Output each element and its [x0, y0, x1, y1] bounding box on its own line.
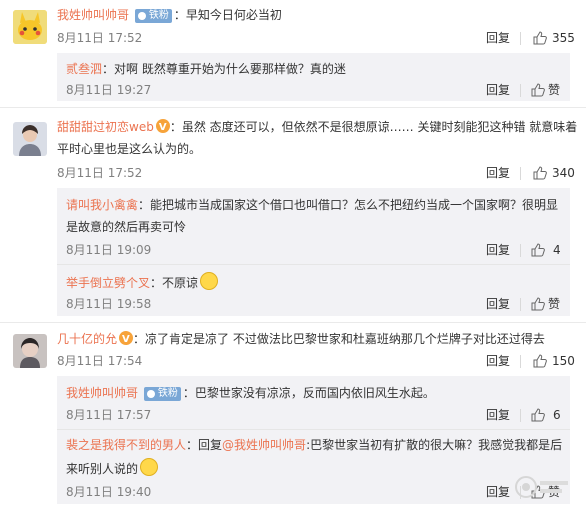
thumbs-up-icon[interactable]	[531, 83, 545, 97]
username[interactable]: 裴之是我得不到的男人	[66, 438, 186, 452]
reply-text: 来听别人说的	[66, 462, 139, 476]
avatar[interactable]	[13, 334, 47, 368]
like-count: 150	[552, 354, 575, 368]
sub-reply: 举手倒立劈个叉：不原谅	[66, 272, 219, 292]
username[interactable]: 贰叁泗	[66, 62, 102, 76]
divider	[520, 298, 521, 311]
username[interactable]: 请叫我小禽禽	[66, 198, 138, 212]
like-count: 355	[552, 31, 575, 45]
sub-reply: 我姓帅叫帅哥 铁粉 ：巴黎世家没有凉凉，反而国内依旧风生水起。	[66, 386, 435, 401]
sub-reply: 请叫我小禽禽：能把城市当成国家这个借口也叫借口？怎么不把纽约当成一个国家啊？很明…	[66, 198, 559, 212]
reply-button[interactable]: 回复	[486, 82, 510, 98]
sub-reply: 裴之是我得不到的男人：回复@我姓帅叫帅哥:巴黎世家当初有扩散的很大嘛？我感觉我都…	[66, 438, 563, 452]
reply-text: 不原谅	[162, 276, 199, 290]
comment-divider	[0, 107, 586, 108]
thumbs-up-icon[interactable]	[533, 31, 547, 45]
reply-text: 能把城市当成国家这个借口也叫借口？怎么不把纽约当成一个国家啊？很明显	[150, 198, 559, 212]
laugh-emoji-icon	[140, 458, 159, 476]
verified-icon	[155, 119, 170, 137]
reply-time: 8月11日 19:09	[66, 243, 152, 257]
comment-text-cont: 平时心里也是这么认为的。	[57, 142, 202, 156]
reply-text-cont: 来听别人说的	[66, 458, 159, 478]
reply-button[interactable]: 回复	[486, 296, 510, 312]
divider	[520, 244, 521, 257]
like-label[interactable]: 赞	[548, 82, 560, 98]
divider	[520, 84, 521, 97]
watermark-logo-icon	[515, 476, 568, 498]
comment-header: 几十亿的允：凉了肯定是凉了 不过做法比巴黎世家和杜嘉班纳那几个烂牌子对比还过得去	[57, 330, 545, 349]
verified-icon	[119, 331, 134, 349]
reply-button[interactable]: 回复	[486, 30, 510, 46]
like-label[interactable]: 赞	[548, 296, 560, 312]
username[interactable]: 我姓帅叫帅哥	[57, 8, 129, 22]
reply-text: :巴黎世家当初有扩散的很大嘛？我感觉我都是后	[306, 438, 563, 452]
avatar[interactable]	[13, 10, 47, 44]
divider	[520, 409, 521, 422]
thumbs-up-icon[interactable]	[531, 243, 545, 257]
divider	[520, 32, 521, 45]
comment-time: 8月11日 17:54	[57, 354, 143, 368]
reply-button[interactable]: 回复	[486, 165, 510, 181]
username[interactable]: 甜甜甜过初恋web	[57, 120, 154, 134]
reply-time: 8月11日 19:58	[66, 297, 152, 311]
fan-badge: 铁粉	[134, 9, 172, 23]
sub-reply: 贰叁泗：对啊 既然尊重开始为什么要那样做？真的迷	[66, 62, 346, 76]
mention-link[interactable]: @我姓帅叫帅哥	[222, 438, 306, 452]
reply-button[interactable]: 回复	[486, 484, 510, 500]
avatar[interactable]	[13, 122, 47, 156]
reply-text: 对啊 既然尊重开始为什么要那样做？真的迷	[114, 62, 346, 76]
comment-text: 早知今日何必当初	[185, 8, 282, 22]
reply-button[interactable]: 回复	[486, 242, 510, 258]
reply-time: 8月11日 19:40	[66, 485, 152, 499]
divider	[520, 355, 521, 368]
reply-time: 8月11日 19:27	[66, 83, 152, 97]
comment-time: 8月11日 17:52	[57, 166, 143, 180]
username[interactable]: 我姓帅叫帅哥	[66, 386, 138, 400]
like-count: 340	[552, 166, 575, 180]
fan-badge: 铁粉	[143, 387, 181, 401]
like-count: 6	[553, 408, 561, 422]
thumbs-up-icon[interactable]	[533, 354, 547, 368]
thumbs-up-icon[interactable]	[531, 297, 545, 311]
reply-text-cont: 是故意的然后再卖可怜	[66, 220, 187, 234]
comment-text: 凉了肯定是凉了 不过做法比巴黎世家和杜嘉班纳那几个烂牌子对比还过得去	[145, 332, 545, 346]
reply-button[interactable]: 回复	[486, 353, 510, 369]
grin-emoji-icon	[200, 272, 219, 290]
username[interactable]: 几十亿的允	[57, 332, 117, 346]
thumbs-up-icon[interactable]	[533, 166, 547, 180]
reply-time: 8月11日 17:57	[66, 408, 152, 422]
reply-text: 巴黎世家没有凉凉，反而国内依旧风生水起。	[194, 386, 435, 400]
comment-divider	[0, 322, 586, 323]
username[interactable]: 举手倒立劈个叉	[66, 276, 150, 290]
reply-divider	[57, 264, 570, 265]
comment-time: 8月11日 17:52	[57, 31, 143, 45]
reply-divider	[57, 429, 570, 430]
comment-header: 甜甜甜过初恋web：虽然 态度还可以，但依然不是很想原谅…… 关键时刻能犯这种错…	[57, 118, 578, 137]
like-count: 4	[553, 243, 561, 257]
reply-button[interactable]: 回复	[486, 407, 510, 423]
thumbs-up-icon[interactable]	[531, 408, 545, 422]
divider	[520, 167, 521, 180]
reply-prefix: 回复	[198, 438, 223, 452]
comment-text: 虽然 态度还可以，但依然不是很想原谅…… 关键时刻能犯这种错 就意味着	[181, 120, 578, 134]
comment-header: 我姓帅叫帅哥 铁粉 ：早知今日何必当初	[57, 8, 282, 23]
